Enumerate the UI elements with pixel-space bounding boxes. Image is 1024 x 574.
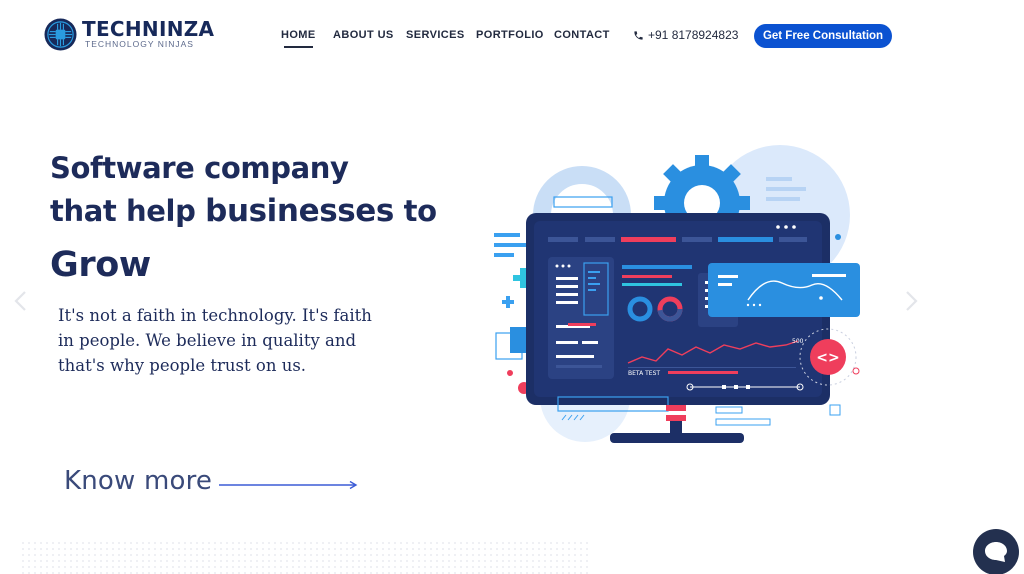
headline-line-1: Software company xyxy=(50,151,349,185)
hero-headline: Software company that help businesses to… xyxy=(50,148,437,296)
graph-label: 500 xyxy=(792,338,804,345)
nav-item-contact[interactable]: CONTACT xyxy=(554,29,610,41)
brand-name: TECHNINZA xyxy=(82,17,215,41)
chat-button[interactable] xyxy=(973,529,1019,574)
phone-number: +91 8178924823 xyxy=(648,28,739,42)
logo-chip-icon xyxy=(44,18,77,51)
nav-item-services[interactable]: SERVICES xyxy=(406,29,465,41)
headline-line-3: Grow xyxy=(50,245,151,285)
chat-bubble-icon xyxy=(985,542,1007,562)
know-more-link[interactable]: Know more xyxy=(64,466,212,496)
hero-paragraph: It's not a faith in technology. It's fai… xyxy=(58,306,372,375)
headline-line-2c: to xyxy=(393,194,437,228)
code-badge: <> xyxy=(816,350,839,366)
slider-next-icon[interactable] xyxy=(903,290,921,312)
arrow-right-icon[interactable] xyxy=(219,480,359,490)
headline-line-2: that help businesses to xyxy=(50,188,437,234)
headline-line-2b: businesses xyxy=(205,193,394,229)
logo[interactable]: TECHNINZA TECHNOLOGY NINJAS xyxy=(44,18,214,51)
nav-item-about-us[interactable]: ABOUT US xyxy=(333,29,394,41)
nav-item-portfolio[interactable]: PORTFOLIO xyxy=(476,29,544,41)
headline-line-2a: that help xyxy=(50,194,206,228)
phone-icon xyxy=(634,30,643,40)
site-header: TECHNINZA TECHNOLOGY NINJAS HOME ABOUT U… xyxy=(0,0,1024,72)
slider-prev-icon[interactable] xyxy=(11,290,29,312)
hero-illustration: 500 BETA TEST <> xyxy=(494,145,860,443)
get-free-consultation-button[interactable]: Get Free Consultation xyxy=(754,24,892,48)
decorative-dots xyxy=(20,540,590,574)
nav-item-home[interactable]: HOME xyxy=(281,29,316,48)
phone-link[interactable]: +91 8178924823 xyxy=(633,28,738,42)
beta-test-label: BETA TEST xyxy=(628,370,660,377)
